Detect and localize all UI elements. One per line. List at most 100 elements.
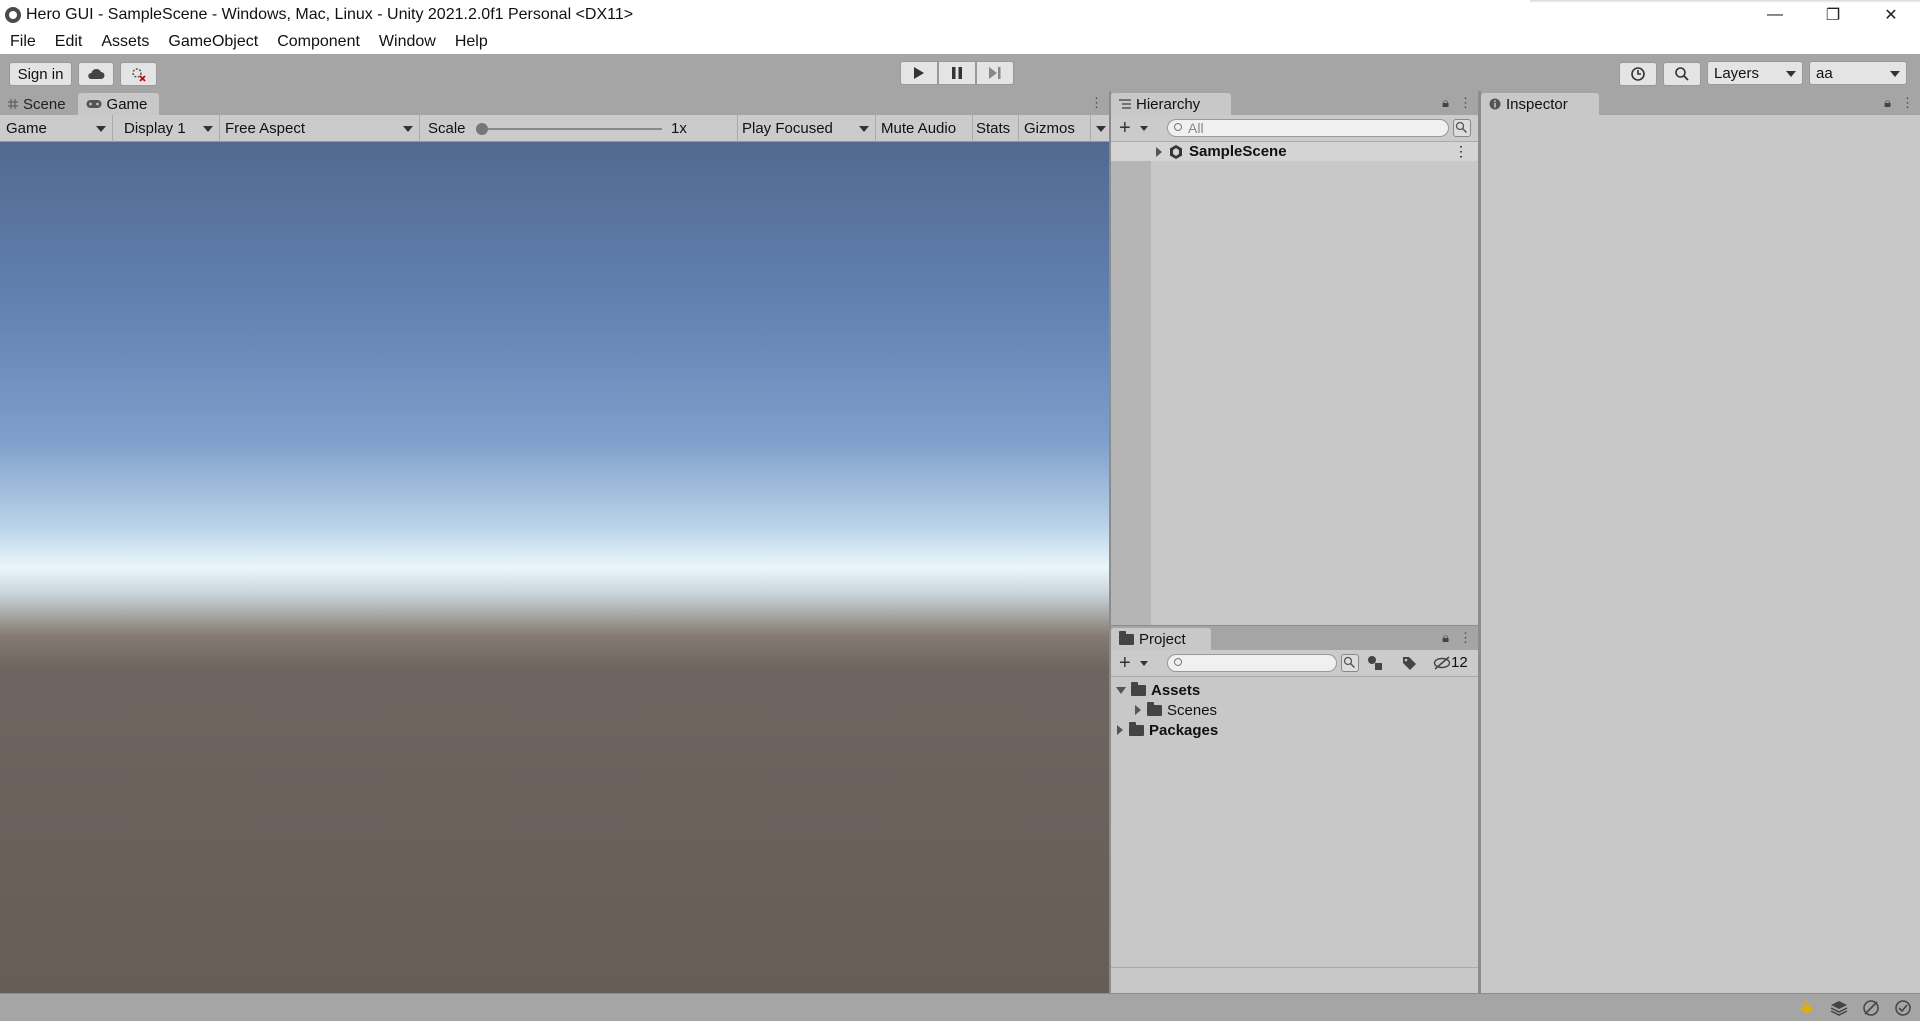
filter-by-type-button[interactable]	[1367, 655, 1385, 675]
lock-icon[interactable]: 🔒︎	[1442, 95, 1449, 111]
chevron-down-icon[interactable]	[1140, 126, 1148, 131]
sign-in-button[interactable]: Sign in	[9, 62, 72, 86]
menu-help[interactable]: Help	[455, 33, 488, 51]
game-viewport[interactable]	[0, 142, 1109, 993]
scale-slider-track[interactable]	[482, 128, 662, 130]
tree-item-assets[interactable]: Assets	[1116, 680, 1200, 700]
menu-window[interactable]: Window	[379, 33, 436, 51]
play-controls	[900, 61, 1014, 85]
hierarchy-gutter	[1111, 159, 1151, 625]
scene-filter-icon	[1343, 656, 1356, 669]
mute-audio-toggle[interactable]: Mute Audio	[876, 115, 973, 142]
lighting-icon[interactable]	[1798, 999, 1816, 1017]
expand-arrow-icon[interactable]	[1135, 705, 1141, 715]
scene-name: SampleScene	[1189, 143, 1287, 160]
menu-gameobject[interactable]: GameObject	[168, 33, 258, 51]
history-icon	[1631, 67, 1645, 81]
divider	[1111, 967, 1478, 968]
more-menu-icon[interactable]: ⋮	[1454, 143, 1468, 160]
minimize-button[interactable]: —	[1746, 0, 1804, 29]
chevron-down-icon	[1890, 71, 1900, 77]
display-dropdown[interactable]: Display 1	[113, 115, 220, 142]
tree-item-packages[interactable]: Packages	[1117, 720, 1218, 740]
check-circle-icon[interactable]	[1894, 999, 1912, 1017]
expand-arrow-icon[interactable]	[1156, 146, 1162, 157]
lock-icon[interactable]: 🔒︎	[1442, 630, 1449, 646]
menu-assets[interactable]: Assets	[101, 33, 149, 51]
scene-visibility-button[interactable]	[1453, 119, 1471, 137]
tab-game[interactable]: Game	[77, 93, 160, 115]
history-button[interactable]	[1619, 62, 1657, 86]
minimize-icon: —	[1767, 5, 1783, 23]
tab-project-label: Project	[1139, 630, 1186, 648]
add-button[interactable]: +	[1119, 118, 1131, 138]
tree-item-scenes[interactable]: Scenes	[1135, 700, 1217, 720]
scale-slider-thumb[interactable]	[476, 123, 488, 135]
collab-button[interactable]	[120, 62, 157, 86]
search-button[interactable]	[1663, 62, 1701, 86]
layers-dropdown[interactable]: Layers	[1707, 61, 1803, 85]
hidden-count: 12	[1451, 654, 1468, 671]
stats-toggle[interactable]: Stats	[973, 115, 1019, 142]
game-mode-dropdown[interactable]: Game	[0, 115, 113, 142]
search-icon	[1174, 123, 1182, 131]
main-toolbar: Sign in Layers aa	[0, 54, 1920, 91]
expand-arrow-icon[interactable]	[1117, 725, 1123, 735]
search-by-type-button[interactable]	[1341, 654, 1359, 672]
more-menu-icon[interactable]: ⋮	[1901, 95, 1914, 111]
play-mode-dropdown[interactable]: Play Focused	[738, 115, 876, 142]
pause-button[interactable]	[938, 61, 976, 85]
collapse-arrow-icon[interactable]	[1116, 686, 1126, 694]
cloud-button[interactable]	[78, 62, 114, 86]
play-button[interactable]	[900, 61, 938, 85]
play-icon	[914, 67, 924, 79]
unity-logo-icon	[5, 6, 21, 23]
tab-inspector-label: Inspector	[1506, 95, 1568, 113]
more-menu-icon[interactable]: ⋮	[1459, 95, 1472, 111]
tab-hierarchy-label: Hierarchy	[1136, 95, 1201, 113]
project-search-input[interactable]	[1167, 654, 1337, 672]
layout-dropdown[interactable]: aa	[1809, 61, 1907, 85]
scene-row[interactable]: SampleScene ⋮	[1111, 142, 1478, 161]
chevron-down-icon[interactable]	[1140, 661, 1148, 666]
tree-item-label: Scenes	[1167, 701, 1218, 719]
filter-by-label-button[interactable]	[1401, 655, 1417, 675]
hierarchy-search-input[interactable]: All	[1167, 119, 1449, 137]
inspector-tabbar: Inspector 🔒︎ ⋮	[1481, 91, 1920, 115]
aspect-dropdown[interactable]: Free Aspect	[220, 115, 420, 142]
more-menu-icon[interactable]: ⋮	[1459, 630, 1472, 646]
gizmos-dropdown[interactable]	[1091, 115, 1109, 142]
grid-icon	[8, 99, 18, 109]
restore-button[interactable]: ❐	[1804, 0, 1862, 29]
add-button[interactable]: +	[1119, 653, 1131, 673]
close-button[interactable]: ✕	[1862, 0, 1920, 29]
chevron-down-icon	[96, 126, 106, 132]
restore-icon: ❐	[1825, 6, 1841, 24]
network-off-icon[interactable]	[1862, 999, 1880, 1017]
step-button[interactable]	[976, 61, 1014, 85]
tab-project[interactable]: Project	[1111, 628, 1211, 650]
status-bar	[0, 993, 1920, 1021]
gizmos-toggle[interactable]: Gizmos	[1019, 115, 1091, 142]
menu-component[interactable]: Component	[277, 33, 360, 51]
cloud-icon	[88, 68, 105, 79]
tree-item-label: Assets	[1151, 681, 1201, 699]
more-menu-icon[interactable]: ⋮	[1090, 95, 1103, 111]
menu-file[interactable]: File	[10, 33, 36, 51]
tab-scene[interactable]: Scene	[0, 93, 78, 115]
hidden-packages-toggle[interactable]: 12	[1433, 654, 1468, 671]
tab-hierarchy[interactable]: Hierarchy	[1111, 93, 1231, 115]
gamepad-icon	[86, 100, 102, 108]
project-panel: Assets Scenes Packages	[1111, 677, 1478, 993]
tree-item-label: Packages	[1149, 721, 1219, 739]
menu-bar: File Edit Assets GameObject Component Wi…	[0, 29, 1920, 54]
window-title: Hero GUI - SampleScene - Windows, Mac, L…	[26, 5, 634, 23]
tab-inspector[interactable]: Inspector	[1481, 93, 1599, 115]
mute-audio-label: Mute Audio	[881, 120, 957, 137]
collab-error-icon	[131, 68, 146, 82]
lock-icon[interactable]: 🔒︎	[1884, 95, 1891, 111]
layout-label: aa	[1816, 64, 1833, 82]
menu-edit[interactable]: Edit	[55, 33, 83, 51]
game-mode-label: Game	[6, 120, 47, 137]
layers-stack-icon[interactable]	[1830, 999, 1848, 1017]
